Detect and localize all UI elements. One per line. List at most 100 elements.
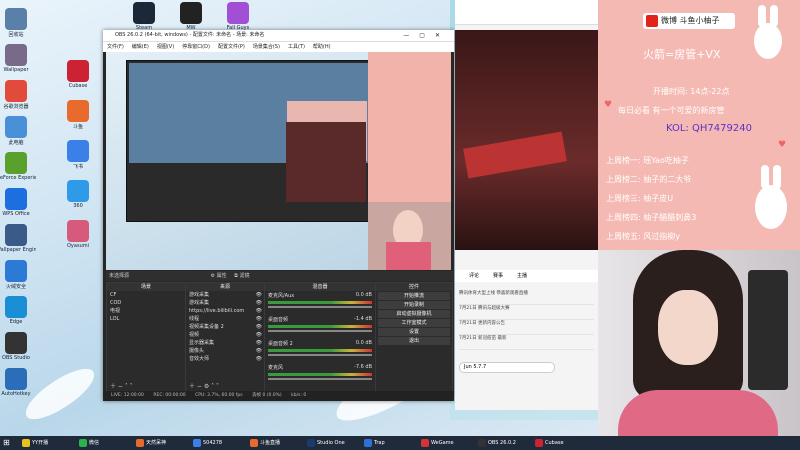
desktop-icon[interactable]: Oyasumi (58, 220, 98, 249)
source-item[interactable]: 线程 👁 (186, 315, 264, 323)
source-item[interactable]: 视频 👁 (186, 331, 264, 339)
desktop-icon[interactable]: Cubase (58, 60, 98, 89)
source-label: 视频采集设备 2 (189, 324, 224, 330)
source-item[interactable]: 游戏采集 👁 (186, 299, 264, 307)
desktop-icon[interactable]: Wallpaper Engine (0, 224, 36, 253)
taskbar-item[interactable]: 天然呆神 (136, 437, 191, 449)
source-label: 摄像头 (189, 348, 205, 354)
desktop-icon[interactable]: OBS Studio (0, 332, 36, 361)
obs-title-bar[interactable]: OBS 26.0.2 (64-bit, windows) - 配置文件: 未命名… (103, 30, 454, 41)
menu-item[interactable]: 文件(F) (107, 44, 124, 50)
visibility-icon[interactable]: 👁 (256, 299, 262, 307)
scene-item[interactable]: CF (107, 291, 185, 299)
source-item[interactable]: https://live.bilibili.com 👁 (186, 307, 264, 315)
visibility-icon[interactable]: 👁 (256, 347, 262, 355)
desktop-icon[interactable]: GeForce Experience (0, 152, 36, 181)
desktop-icon[interactable]: 360 (58, 180, 98, 209)
obs-preview[interactable] (106, 52, 451, 270)
visibility-icon[interactable]: 👁 (256, 315, 262, 323)
source-label: 线程 (189, 316, 200, 322)
desktop-icon[interactable]: 回收站 (0, 8, 36, 38)
scene-item[interactable]: LOL (107, 315, 185, 323)
browser-window[interactable]: 评论 赛事 主播 腾讯体育大型上线 恭喜新观看直播 7月21日 腾讯与超级大赛 7月21… (455, 0, 598, 410)
desktop-icon[interactable]: WPS Office (0, 188, 36, 217)
news-item[interactable]: 腾讯体育大型上线 恭喜新观看直播 (459, 290, 594, 305)
menu-item[interactable]: 场景集合(S) (253, 44, 280, 50)
gear-icon[interactable]: ⚙ 属性 (211, 273, 227, 279)
source-item[interactable]: 摄像头 👁 (186, 347, 264, 355)
news-item[interactable]: 7月21日 更新内容公告 (459, 320, 594, 335)
scene-item[interactable]: 电视 (107, 307, 185, 315)
control-button[interactable]: 开始录制 (378, 301, 450, 309)
mixer-panel: 混音器 麦克风/Aux 0.0 dB 桌面音频 -1.4 dB 桌面音频 2 0.0 dB… (264, 282, 376, 392)
desktop-icon[interactable]: Edge (0, 296, 36, 325)
menu-item[interactable]: 编辑(E) (132, 44, 149, 50)
menu-item[interactable]: 工具(T) (288, 44, 305, 50)
volume-slider[interactable] (268, 330, 372, 332)
visibility-icon[interactable]: 👁 (256, 355, 262, 363)
volume-slider[interactable] (268, 306, 372, 308)
taskbar-item[interactable]: 504278 (193, 437, 248, 449)
taskbar-item[interactable]: Studio One (307, 437, 362, 449)
desktop-icon[interactable]: 此电脑 (0, 116, 36, 146)
desktop-icon[interactable]: Steam (124, 2, 164, 31)
desktop-icon[interactable]: 谷歌浏览器 (0, 80, 36, 110)
source-item[interactable]: 视频采集设备 2 👁 (186, 323, 264, 331)
desktop-icon[interactable]: AutoHotkey (0, 368, 36, 397)
visibility-icon[interactable]: 👁 (256, 307, 262, 315)
filter-icon[interactable]: ⧉ 滤镜 (234, 273, 249, 279)
control-button[interactable]: 工作室模式 (378, 319, 450, 327)
source-item[interactable]: 显示器采集 👁 (186, 339, 264, 347)
search-chip[interactable]: Jun 5.7.7 (459, 362, 555, 373)
taskbar-label: Studio One (317, 440, 345, 446)
source-item[interactable]: 游戏采集 👁 (186, 291, 264, 299)
taskbar-item[interactable]: OBS 26.0.2 (478, 437, 533, 449)
browser-tab[interactable]: 赛事 (493, 273, 503, 279)
desktop-icon[interactable]: MW (171, 2, 211, 31)
taskbar-item[interactable]: WeGame (421, 437, 476, 449)
taskbar-item[interactable]: 斗鱼直播 (250, 437, 305, 449)
desktop-icon[interactable]: Fall Guys (218, 2, 258, 31)
menu-item[interactable]: 停靠窗口(D) (182, 44, 210, 50)
menu-item[interactable]: 配置文件(P) (218, 44, 245, 50)
control-button[interactable]: 退出 (378, 337, 450, 345)
scene-item[interactable]: COD (107, 299, 185, 307)
app-icon (67, 220, 89, 242)
game-banner[interactable] (455, 30, 598, 250)
source-item[interactable]: 音效大师 👁 (186, 355, 264, 363)
volume-slider[interactable] (268, 354, 372, 356)
desktop-icon[interactable]: 火绒安全 (0, 260, 36, 290)
news-item[interactable]: 7月21日 腾讯与超级大赛 (459, 305, 594, 320)
taskbar-item[interactable]: Trap (364, 437, 419, 449)
browser-tab[interactable]: 主播 (517, 273, 527, 279)
control-button[interactable]: 开始推流 (378, 292, 450, 300)
source-controls[interactable]: ＋ − ⚙ ˄ ˅ (189, 381, 219, 390)
menu-item[interactable]: 视图(V) (157, 44, 174, 50)
desktop-icon[interactable]: 斗鱼 (58, 100, 98, 130)
sources-panel: 来源 游戏采集 👁 游戏采集 👁 https://live.bilibili.com 👁 线… (185, 282, 265, 392)
taskbar-item[interactable]: YY开播 (22, 437, 77, 449)
window-controls[interactable]: —▢✕ (403, 30, 450, 41)
scene-controls[interactable]: ＋ − ˄ ˅ (110, 381, 133, 390)
control-button[interactable]: 设置 (378, 328, 450, 336)
visibility-icon[interactable]: 👁 (256, 339, 262, 347)
browser-tab[interactable]: 评论 (469, 273, 479, 279)
volume-slider[interactable] (268, 378, 372, 380)
browser-tabs: 评论 赛事 主播 (455, 270, 598, 282)
desktop-icon-label: GeForce Experience (0, 175, 36, 181)
taskbar-item[interactable]: 微信 (79, 437, 134, 449)
control-button[interactable]: 启动虚拟摄像机 (378, 310, 450, 318)
desktop-icon[interactable]: Wallpaper (0, 44, 36, 73)
news-item[interactable]: 7月21日 新冠疫苗 最新 (459, 335, 594, 350)
visibility-icon[interactable]: 👁 (256, 291, 262, 299)
visibility-icon[interactable]: 👁 (256, 323, 262, 331)
start-icon[interactable]: ⊞ (3, 437, 10, 449)
visibility-icon[interactable]: 👁 (256, 331, 262, 339)
desktop-icon-label: Cubase (68, 83, 88, 89)
desktop-icon-label: Edge (9, 319, 23, 325)
obs-window[interactable]: OBS 26.0.2 (64-bit, windows) - 配置文件: 未命名… (103, 30, 454, 401)
taskbar-item[interactable]: Cubase (535, 437, 590, 449)
taskbar-label: 微信 (89, 440, 100, 446)
menu-item[interactable]: 帮助(H) (313, 44, 331, 50)
desktop-icon[interactable]: 飞书 (58, 140, 98, 170)
